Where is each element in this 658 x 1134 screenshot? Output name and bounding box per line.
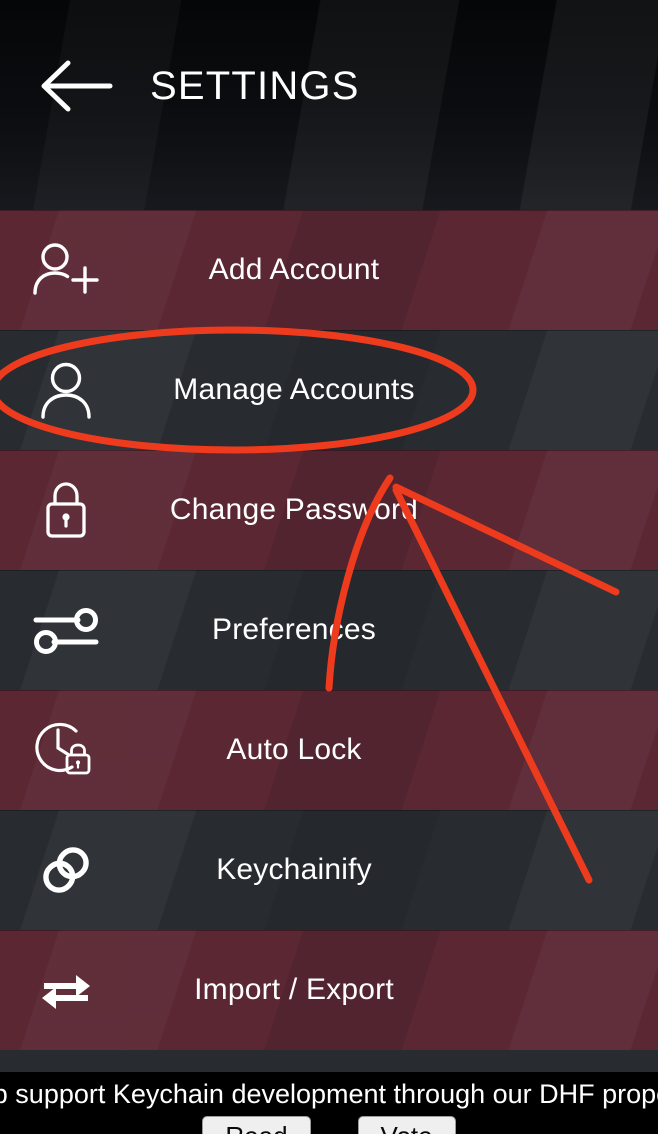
- menu-item-preferences[interactable]: Preferences: [0, 570, 658, 690]
- menu-item-keychainify[interactable]: Keychainify: [0, 810, 658, 930]
- app-header: SETTINGS: [0, 0, 658, 210]
- lock-icon: [26, 475, 106, 545]
- person-icon: [26, 355, 106, 425]
- read-button[interactable]: Read: [202, 1116, 311, 1134]
- menu-item-label: Preferences: [212, 613, 376, 646]
- row-divider: [0, 210, 658, 211]
- menu-item-label: Change Password: [169, 493, 419, 526]
- person-add-icon: [26, 235, 106, 305]
- support-banner-actions: Read Vote: [0, 1116, 658, 1134]
- clock-lock-icon: [26, 715, 106, 785]
- menu-item-manage-accounts[interactable]: Manage Accounts: [0, 330, 658, 450]
- row-divider: [0, 810, 658, 811]
- vote-button[interactable]: Vote: [357, 1116, 456, 1134]
- menu-item-change-password[interactable]: Change Password: [0, 450, 658, 570]
- row-divider: [0, 330, 658, 331]
- sliders-icon: [26, 595, 106, 665]
- row-divider: [0, 690, 658, 691]
- menu-item-label: Import / Export: [194, 973, 394, 1006]
- menu-item-auto-lock[interactable]: Auto Lock: [0, 690, 658, 810]
- row-divider: [0, 570, 658, 571]
- settings-screen: SETTINGS Add Account Manage Accounts Cha…: [0, 0, 658, 1134]
- menu-item-add-account[interactable]: Add Account: [0, 210, 658, 330]
- row-divider: [0, 930, 658, 931]
- list-bottom-strip: [0, 1050, 658, 1072]
- settings-menu-list: Add Account Manage Accounts Change Passw…: [0, 210, 658, 1050]
- menu-item-label: Manage Accounts: [173, 373, 415, 406]
- page-title: SETTINGS: [150, 64, 360, 108]
- support-banner: Help support Keychain development throug…: [0, 1072, 658, 1134]
- menu-item-import-export[interactable]: Import / Export: [0, 930, 658, 1050]
- link-chain-icon: [26, 835, 106, 905]
- row-divider: [0, 450, 658, 451]
- menu-item-label: Auto Lock: [226, 733, 362, 766]
- back-arrow-icon[interactable]: [38, 58, 114, 114]
- support-banner-message: Help support Keychain development throug…: [0, 1079, 658, 1109]
- menu-item-label: Add Account: [208, 253, 380, 286]
- menu-item-label: Keychainify: [216, 853, 372, 886]
- swap-arrows-icon: [26, 955, 106, 1025]
